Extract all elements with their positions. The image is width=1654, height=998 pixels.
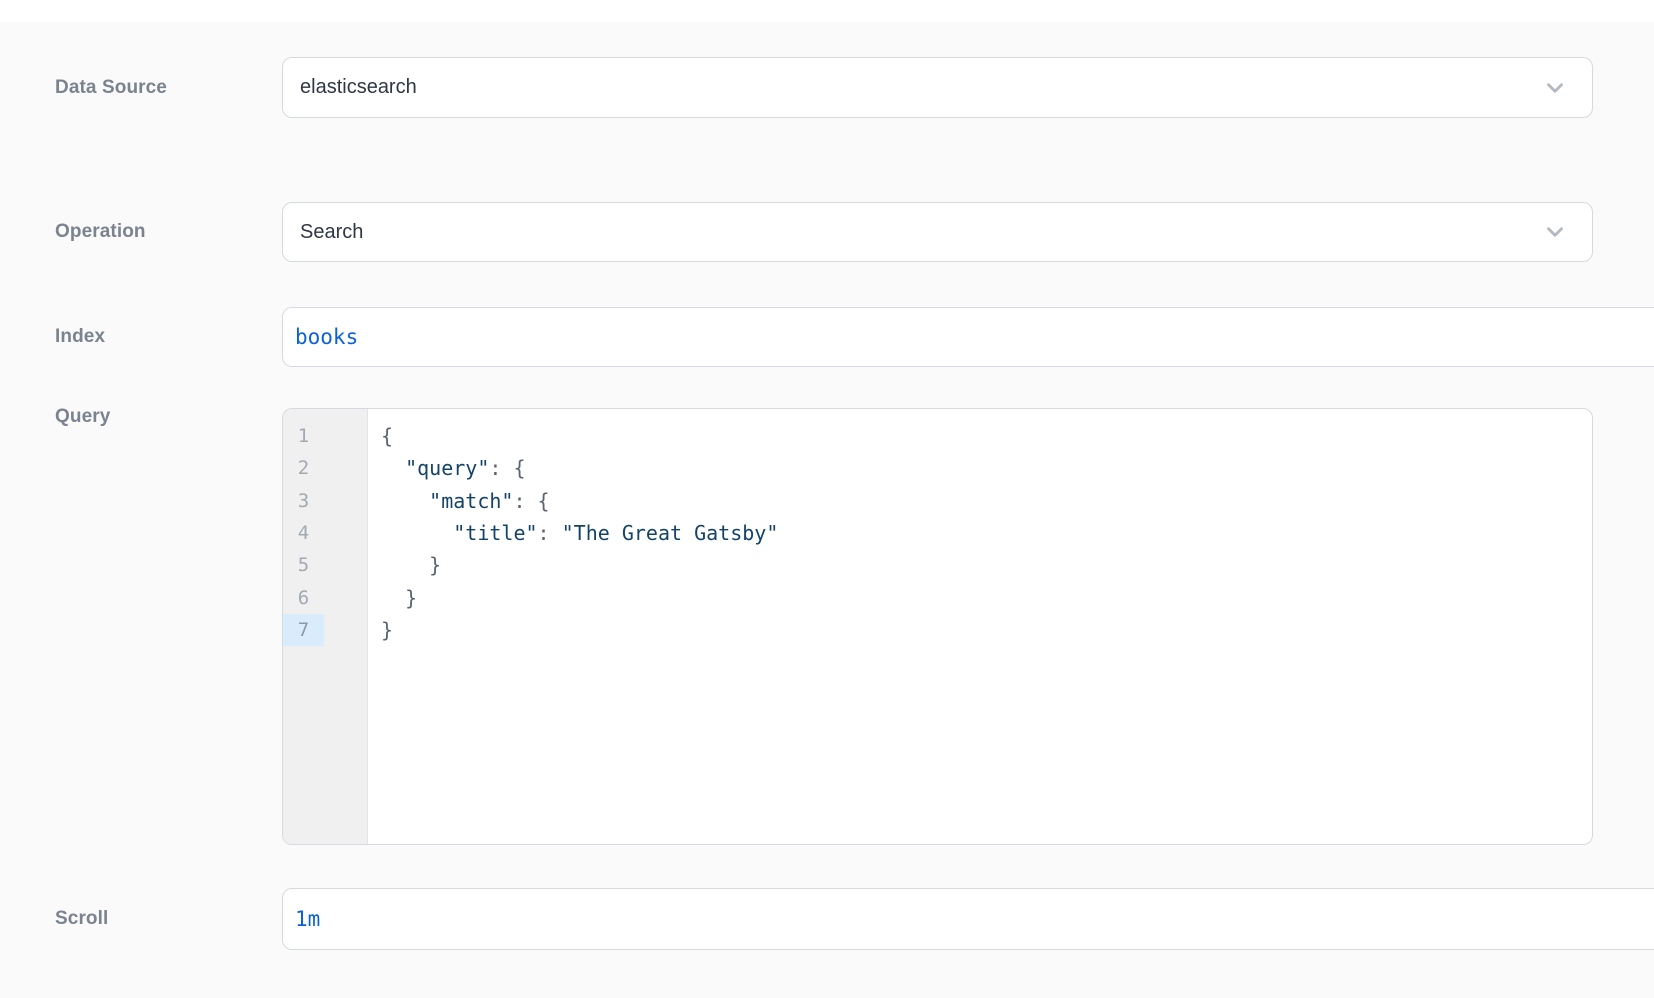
field-label-data-source: Data Source [55, 57, 265, 118]
field-row-query: Query 1234567 { "query": { "match": { "t… [55, 408, 1593, 845]
field-row-index: Index [55, 307, 1593, 367]
code-line: } [381, 614, 1592, 646]
line-number: 2 [283, 452, 324, 484]
line-number: 7 [283, 614, 324, 646]
data-source-selected-value: elasticsearch [300, 76, 417, 99]
scroll-input[interactable] [282, 888, 1654, 950]
code-line: } [381, 582, 1592, 614]
line-number: 5 [283, 549, 324, 581]
line-number-gutter: 1234567 [283, 409, 368, 844]
panel-top-edge [0, 0, 1654, 22]
field-label-index: Index [55, 307, 265, 367]
node-parameters-panel: Data Source elasticsearch Operation Sear… [0, 0, 1654, 998]
index-input[interactable] [282, 307, 1654, 367]
code-line: "title": "The Great Gatsby" [381, 517, 1592, 549]
line-number: 3 [283, 485, 324, 517]
field-label-query: Query [55, 406, 265, 428]
field-row-scroll: Scroll [55, 888, 1593, 950]
line-number: 6 [283, 582, 324, 614]
line-number: 1 [283, 420, 324, 452]
code-line: "query": { [381, 452, 1592, 484]
query-code-editor: 1234567 { "query": { "match": { "title":… [282, 408, 1593, 845]
code-line: "match": { [381, 485, 1592, 517]
field-row-data-source: Data Source elasticsearch [55, 57, 1593, 118]
field-label-scroll: Scroll [55, 888, 265, 950]
operation-selected-value: Search [300, 221, 363, 244]
chevron-down-icon [1542, 219, 1568, 245]
field-row-operation: Operation Search [55, 202, 1593, 262]
operation-select[interactable]: Search [282, 202, 1593, 262]
data-source-select[interactable]: elasticsearch [282, 57, 1593, 118]
query-code-area[interactable]: { "query": { "match": { "title": "The Gr… [368, 409, 1592, 844]
line-number: 4 [283, 517, 324, 549]
code-line: } [381, 549, 1592, 581]
code-line: { [381, 420, 1592, 452]
field-label-operation: Operation [55, 202, 265, 262]
chevron-down-icon [1542, 75, 1568, 101]
